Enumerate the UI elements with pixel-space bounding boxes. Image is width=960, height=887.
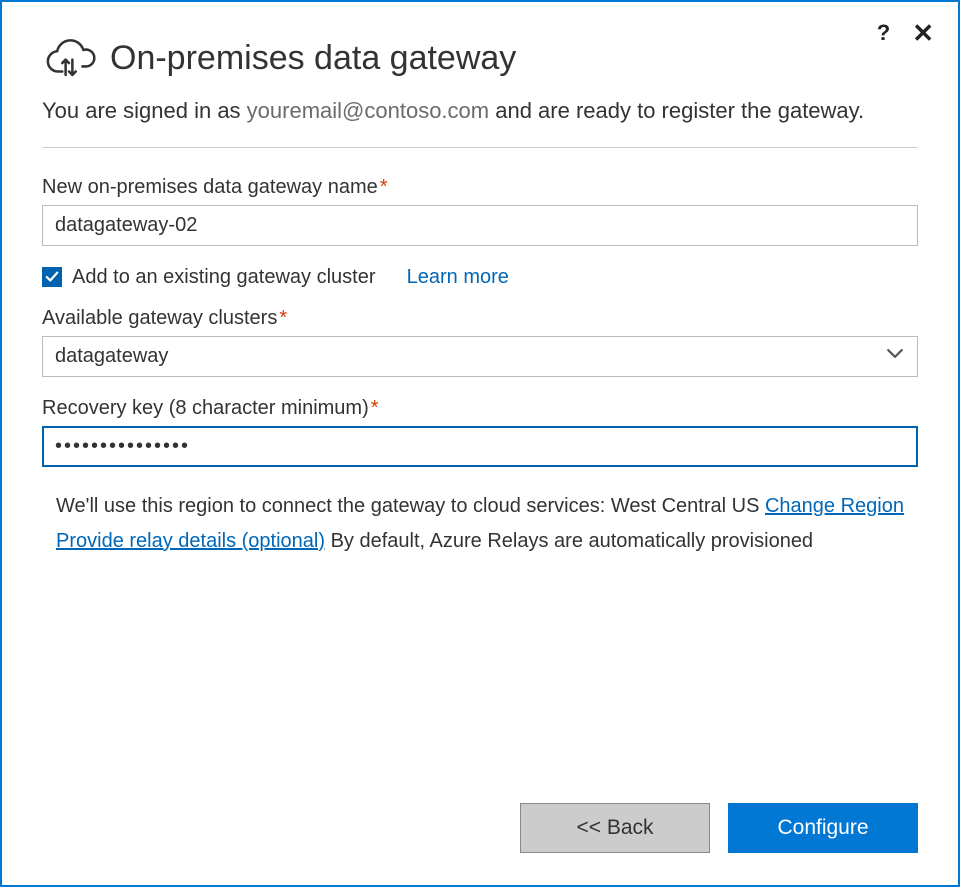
gateway-name-label-text: New on-premises data gateway name bbox=[42, 176, 378, 198]
region-prefix: We'll use this region to connect the gat… bbox=[56, 495, 611, 517]
required-marker: * bbox=[380, 176, 388, 198]
gateway-name-input[interactable] bbox=[42, 205, 918, 246]
clusters-select-wrap: datagateway bbox=[42, 336, 918, 377]
recovery-key-label: Recovery key (8 character minimum)* bbox=[42, 397, 918, 420]
relay-suffix: By default, Azure Relays are automatical… bbox=[325, 530, 813, 552]
window-controls: ? ✕ bbox=[877, 20, 934, 46]
clusters-label: Available gateway clusters* bbox=[42, 307, 918, 330]
region-name: West Central US bbox=[611, 495, 765, 517]
relay-line: Provide relay details (optional) By defa… bbox=[56, 524, 918, 559]
required-marker: * bbox=[371, 397, 379, 419]
recovery-key-input[interactable] bbox=[42, 426, 918, 467]
relay-details-link[interactable]: Provide relay details (optional) bbox=[56, 530, 325, 552]
change-region-link[interactable]: Change Region bbox=[765, 495, 904, 517]
back-button[interactable]: << Back bbox=[520, 803, 710, 853]
signed-in-email: youremail@contoso.com bbox=[247, 98, 489, 123]
signed-in-status: You are signed in as youremail@contoso.c… bbox=[42, 96, 918, 148]
clusters-label-text: Available gateway clusters bbox=[42, 307, 277, 329]
form-area: New on-premises data gateway name* Add t… bbox=[42, 176, 918, 559]
add-cluster-row: Add to an existing gateway cluster Learn… bbox=[42, 266, 918, 289]
clusters-select[interactable]: datagateway bbox=[42, 336, 918, 377]
region-line: We'll use this region to connect the gat… bbox=[56, 489, 918, 524]
title-row: On-premises data gateway bbox=[42, 34, 918, 82]
help-icon[interactable]: ? bbox=[877, 22, 890, 44]
gateway-name-label: New on-premises data gateway name* bbox=[42, 176, 918, 199]
configure-button[interactable]: Configure bbox=[728, 803, 918, 853]
add-cluster-label: Add to an existing gateway cluster bbox=[72, 266, 376, 289]
button-row: << Back Configure bbox=[520, 803, 918, 853]
learn-more-link[interactable]: Learn more bbox=[407, 266, 509, 289]
signed-in-prefix: You are signed in as bbox=[42, 98, 247, 123]
cloud-gateway-icon bbox=[42, 34, 96, 82]
info-block: We'll use this region to connect the gat… bbox=[42, 489, 918, 559]
gateway-config-window: ? ✕ On-premises data gateway You are sig… bbox=[0, 0, 960, 887]
close-icon[interactable]: ✕ bbox=[912, 20, 934, 46]
signed-in-suffix: and are ready to register the gateway. bbox=[489, 98, 864, 123]
required-marker: * bbox=[279, 307, 287, 329]
page-title: On-premises data gateway bbox=[110, 39, 516, 78]
recovery-key-label-text: Recovery key (8 character minimum) bbox=[42, 397, 369, 419]
add-cluster-checkbox[interactable] bbox=[42, 267, 62, 287]
